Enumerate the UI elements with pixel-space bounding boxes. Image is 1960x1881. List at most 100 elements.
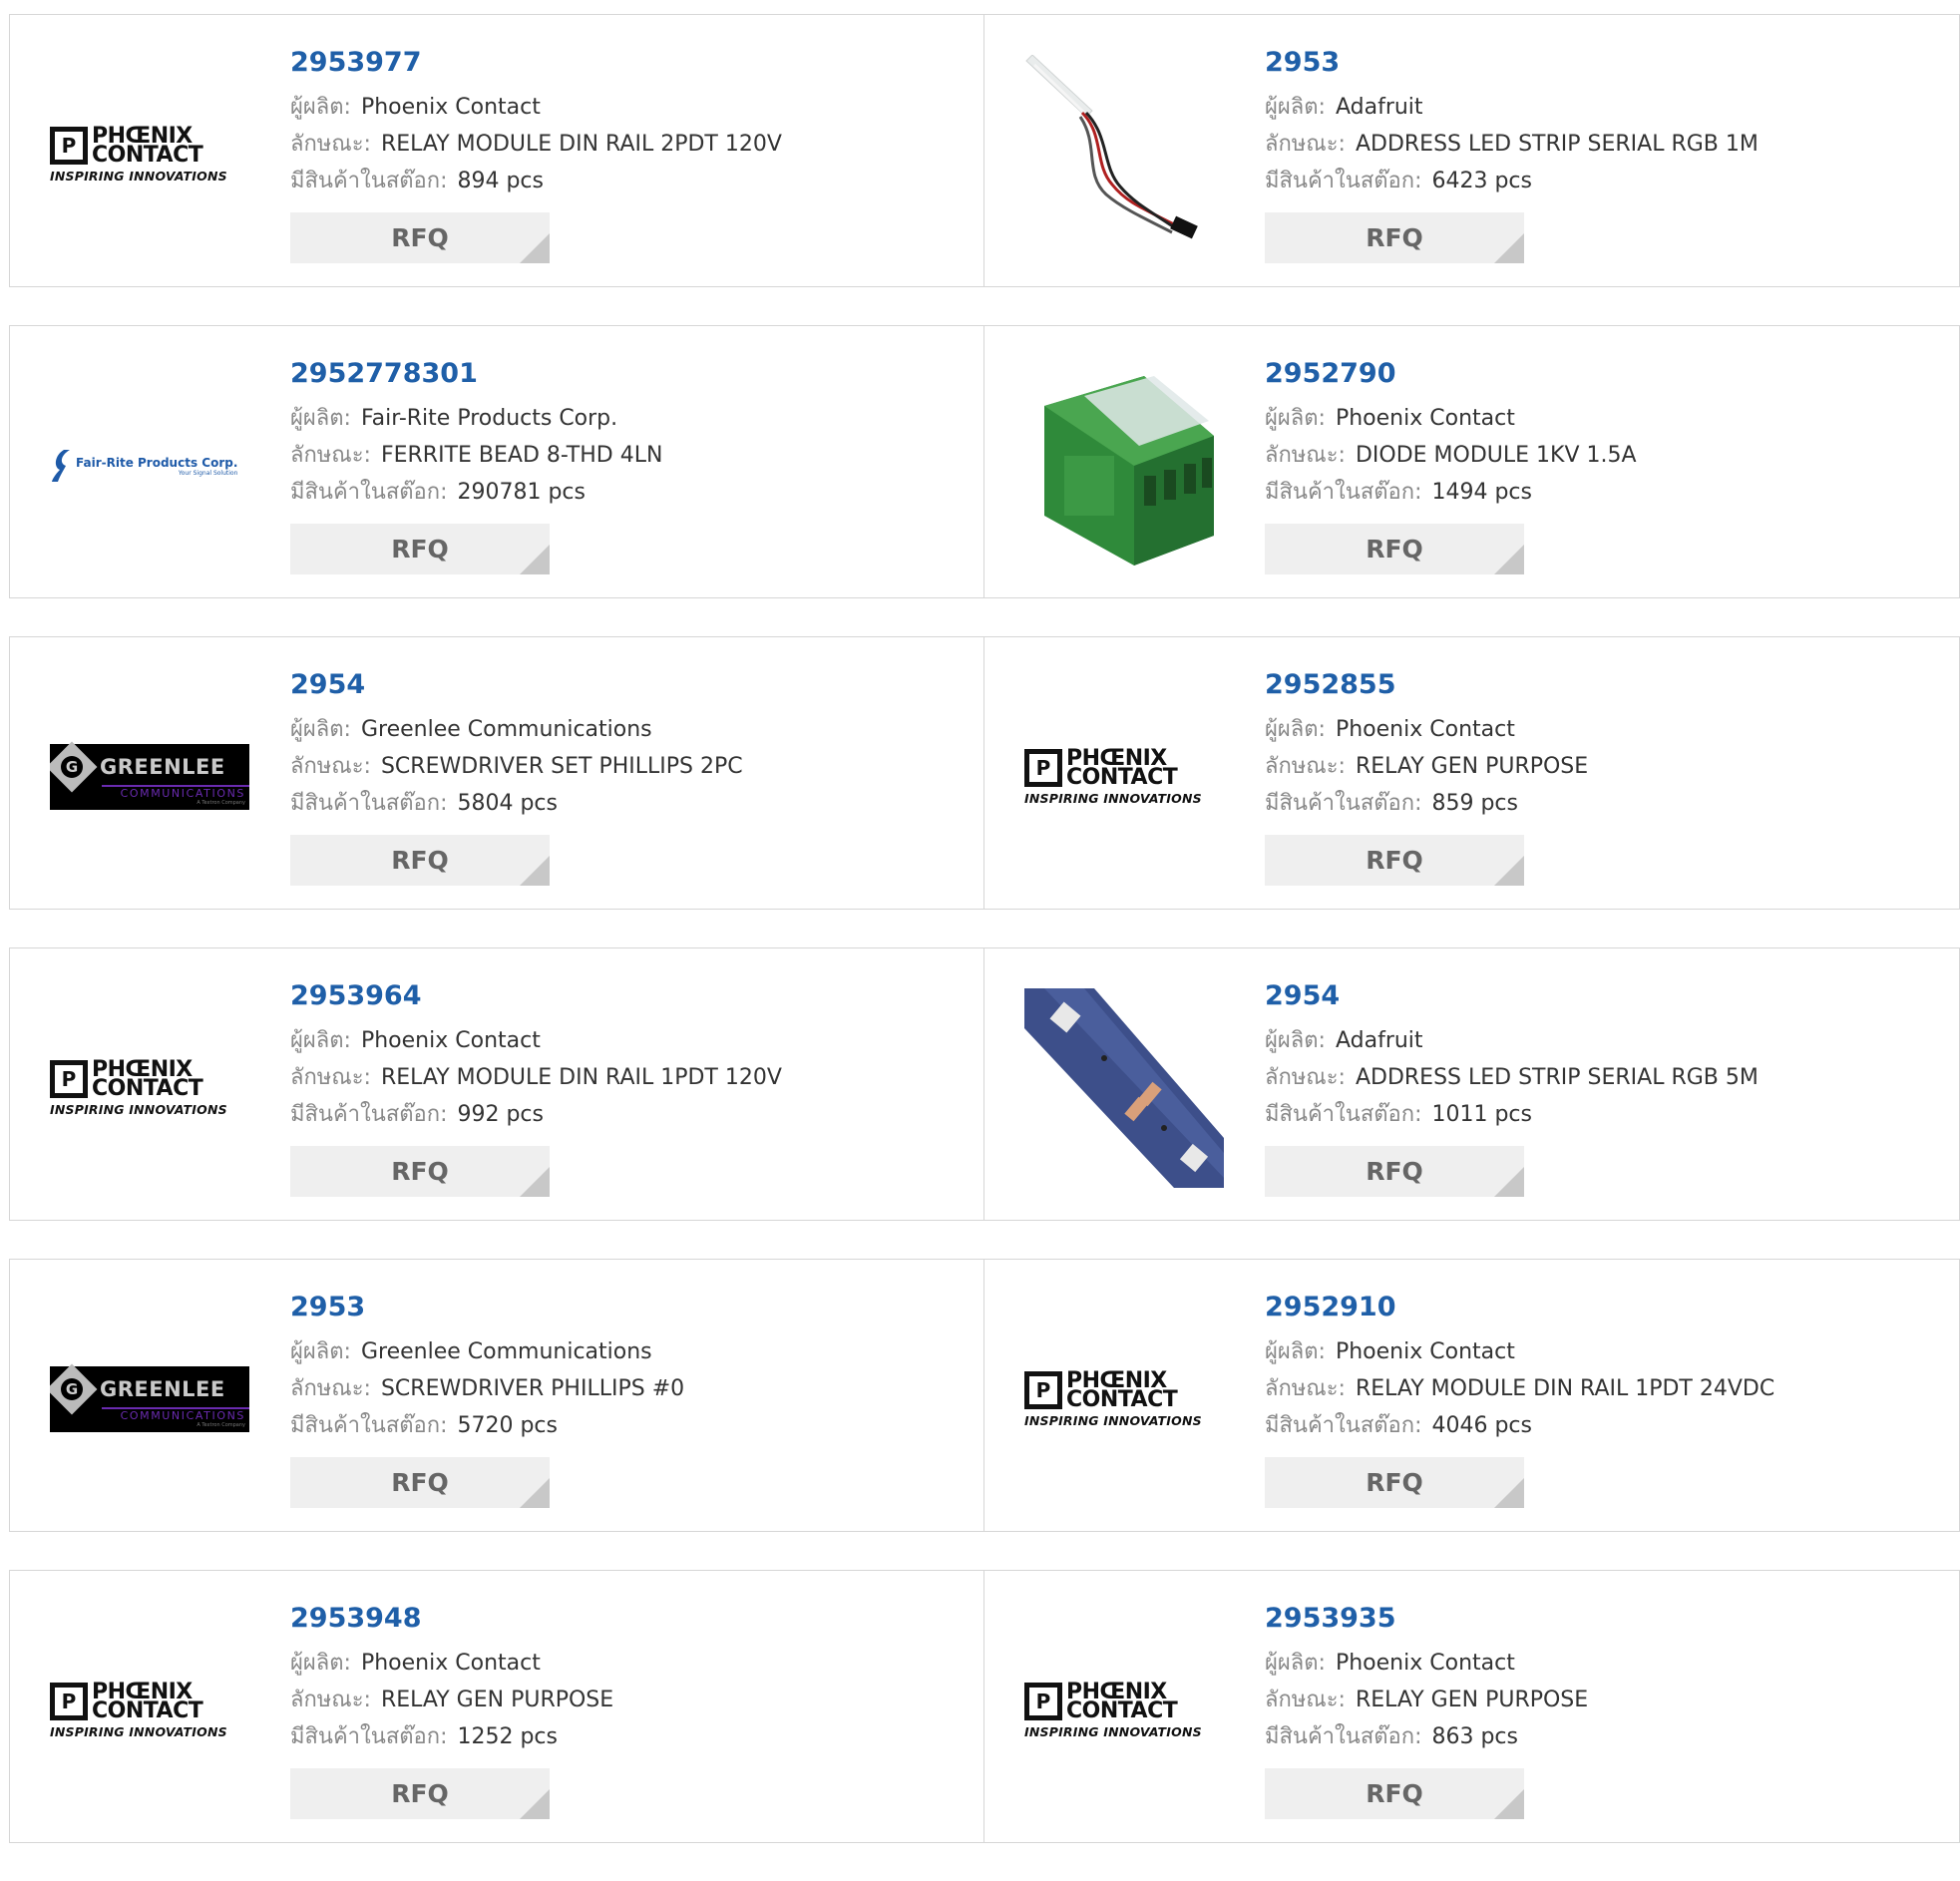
product-image[interactable]: G GREENLEE COMMUNICATIONS A Textron Comp… [50, 677, 249, 877]
rfq-button[interactable]: RFQ [1265, 212, 1524, 263]
stock-value: 859 pcs [1431, 791, 1518, 816]
product-image[interactable]: P PHŒNIX CONTACT INSPIRING INNOVATIONS [1024, 1611, 1224, 1810]
part-number-link[interactable]: 2952855 [1265, 667, 1949, 703]
product-image[interactable]: P PHŒNIX CONTACT INSPIRING INNOVATIONS [50, 988, 249, 1188]
product-info: 2953935 ผู้ผลิต: Phoenix Contact ลักษณะ: R… [1265, 1601, 1949, 1819]
phoenix-contact-logo: P PHŒNIX CONTACT INSPIRING INNOVATIONS [1024, 1681, 1224, 1739]
product-image[interactable]: Fair-Rite Products Corp. Your Signal Sol… [50, 366, 249, 565]
rfq-button[interactable]: RFQ [1265, 835, 1524, 886]
product-card: G GREENLEE COMMUNICATIONS A Textron Comp… [9, 1259, 984, 1532]
stock-line: มีสินค้าในสต๊อก: 992 pcs [290, 1096, 974, 1133]
product-image[interactable]: P PHŒNIX CONTACT INSPIRING INNOVATIONS [50, 55, 249, 254]
part-number-link[interactable]: 2953935 [1265, 1601, 1949, 1637]
rfq-button[interactable]: RFQ [290, 1768, 550, 1819]
product-info: 2954 ผู้ผลิต: Adafruit ลักษณะ: ADDRESS LED… [1265, 978, 1949, 1197]
part-number-link[interactable]: 2954 [1265, 978, 1949, 1014]
product-card: P PHŒNIX CONTACT INSPIRING INNOVATIONS 2… [9, 1570, 984, 1843]
manufacturer-label: ผู้ผลิต: [1265, 95, 1326, 120]
manufacturer-label: ผู้ผลิต: [290, 1651, 351, 1676]
phoenix-mark-icon: P [50, 1682, 88, 1720]
stock-line: มีสินค้าในสต๊อก: 1494 pcs [1265, 474, 1949, 511]
rfq-label: RFQ [391, 535, 449, 564]
product-image[interactable] [1024, 55, 1224, 254]
product-image[interactable]: P PHŒNIX CONTACT INSPIRING INNOVATIONS [1024, 1300, 1224, 1499]
product-row: G GREENLEE COMMUNICATIONS A Textron Comp… [9, 636, 1960, 910]
description-line: ลักษณะ: SCREWDRIVER SET PHILLIPS 2PC [290, 748, 974, 785]
product-card: P PHŒNIX CONTACT INSPIRING INNOVATIONS 2… [9, 14, 984, 287]
manufacturer-label: ผู้ผลิต: [1265, 1028, 1326, 1053]
stock-line: มีสินค้าในสต๊อก: 1252 pcs [290, 1718, 974, 1755]
rfq-button[interactable]: RFQ [1265, 1146, 1524, 1197]
stock-value: 290781 pcs [457, 480, 586, 505]
description-value: FERRITE BEAD 8-THD 4LN [380, 443, 663, 468]
rfq-label: RFQ [1366, 223, 1423, 252]
stock-label: มีสินค้าในสต๊อก: [290, 791, 448, 816]
logo-subtext: COMMUNICATIONS [102, 1406, 249, 1422]
corner-triangle-icon [1494, 1167, 1524, 1197]
product-info: 2953977 ผู้ผลิต: Phoenix Contact ลักษณะ: R… [290, 45, 974, 263]
part-number-link[interactable]: 2953977 [290, 45, 974, 81]
phoenix-mark-icon: P [1024, 1682, 1062, 1720]
manufacturer-label: ผู้ผลิต: [1265, 1651, 1326, 1676]
logo-text: CONTACT [92, 1075, 203, 1101]
corner-triangle-icon [520, 856, 550, 886]
part-number-link[interactable]: 2954 [290, 667, 974, 703]
rfq-label: RFQ [391, 846, 449, 875]
rfq-button[interactable]: RFQ [1265, 1457, 1524, 1508]
manufacturer-value: Phoenix Contact [1335, 1339, 1515, 1364]
stock-line: มีสินค้าในสต๊อก: 894 pcs [290, 163, 974, 199]
product-info: 2952910 ผู้ผลิต: Phoenix Contact ลักษณะ: R… [1265, 1290, 1949, 1508]
part-number-link[interactable]: 2953 [290, 1290, 974, 1325]
product-card: G GREENLEE COMMUNICATIONS A Textron Comp… [9, 636, 984, 910]
stock-line: มีสินค้าในสต๊อก: 6423 pcs [1265, 163, 1949, 199]
description-value: DIODE MODULE 1KV 1.5A [1355, 443, 1637, 468]
description-line: ลักษณะ: RELAY MODULE DIN RAIL 2PDT 120V [290, 126, 974, 163]
description-line: ลักษณะ: RELAY MODULE DIN RAIL 1PDT 24VDC [1265, 1370, 1949, 1407]
part-number-link[interactable]: 2953948 [290, 1601, 974, 1637]
product-image[interactable]: P PHŒNIX CONTACT INSPIRING INNOVATIONS [50, 1611, 249, 1810]
part-number-link[interactable]: 2952778301 [290, 356, 974, 392]
stock-value: 1011 pcs [1431, 1102, 1532, 1127]
logo-subtext: A Textron Company [196, 799, 245, 806]
stock-value: 1494 pcs [1431, 480, 1532, 505]
description-label: ลักษณะ: [290, 1376, 371, 1401]
rfq-button[interactable]: RFQ [290, 1146, 550, 1197]
fair-rite-logo: Fair-Rite Products Corp. Your Signal Sol… [50, 448, 249, 484]
logo-tagline: INSPIRING INNOVATIONS [50, 1723, 227, 1739]
product-image[interactable]: P PHŒNIX CONTACT INSPIRING INNOVATIONS [1024, 677, 1224, 877]
product-card: 2952790 ผู้ผลิต: Phoenix Contact ลักษณะ: D… [984, 325, 1960, 598]
corner-triangle-icon [520, 1167, 550, 1197]
rfq-button[interactable]: RFQ [290, 524, 550, 574]
manufacturer-line: ผู้ผลิต: Phoenix Contact [1265, 1645, 1949, 1682]
description-value: RELAY MODULE DIN RAIL 1PDT 24VDC [1355, 1376, 1775, 1401]
product-row: P PHŒNIX CONTACT INSPIRING INNOVATIONS 2… [9, 1570, 1960, 1843]
product-info: 2952790 ผู้ผลิต: Phoenix Contact ลักษณะ: D… [1265, 356, 1949, 574]
description-value: RELAY MODULE DIN RAIL 1PDT 120V [380, 1065, 782, 1090]
product-image[interactable]: G GREENLEE COMMUNICATIONS A Textron Comp… [50, 1300, 249, 1499]
rfq-button[interactable]: RFQ [290, 1457, 550, 1508]
phoenix-contact-logo: P PHŒNIX CONTACT INSPIRING INNOVATIONS [50, 125, 249, 184]
description-line: ลักษณะ: SCREWDRIVER PHILLIPS #0 [290, 1370, 974, 1407]
rfq-button[interactable]: RFQ [290, 835, 550, 886]
rfq-button[interactable]: RFQ [290, 212, 550, 263]
part-number-link[interactable]: 2953964 [290, 978, 974, 1014]
logo-tagline: Your Signal Solution [178, 469, 238, 477]
rfq-button[interactable]: RFQ [1265, 1768, 1524, 1819]
product-image[interactable] [1024, 366, 1224, 565]
part-number-link[interactable]: 2952790 [1265, 356, 1949, 392]
part-number-link[interactable]: 2952910 [1265, 1290, 1949, 1325]
manufacturer-line: ผู้ผลิต: Phoenix Contact [290, 1022, 974, 1059]
manufacturer-label: ผู้ผลิต: [290, 1028, 351, 1053]
rfq-label: RFQ [1366, 1157, 1423, 1186]
rfq-button[interactable]: RFQ [1265, 524, 1524, 574]
manufacturer-value: Phoenix Contact [360, 1028, 541, 1053]
logo-tagline: INSPIRING INNOVATIONS [1024, 790, 1202, 806]
stock-label: มีสินค้าในสต๊อก: [290, 169, 448, 193]
stock-label: มีสินค้าในสต๊อก: [1265, 1102, 1422, 1127]
manufacturer-line: ผู้ผลิต: Phoenix Contact [290, 89, 974, 126]
part-number-link[interactable]: 2953 [1265, 45, 1949, 81]
product-image[interactable] [1024, 988, 1224, 1188]
manufacturer-line: ผู้ผลิต: Phoenix Contact [1265, 400, 1949, 437]
stock-label: มีสินค้าในสต๊อก: [1265, 791, 1422, 816]
description-value: ADDRESS LED STRIP SERIAL RGB 5M [1355, 1065, 1759, 1090]
